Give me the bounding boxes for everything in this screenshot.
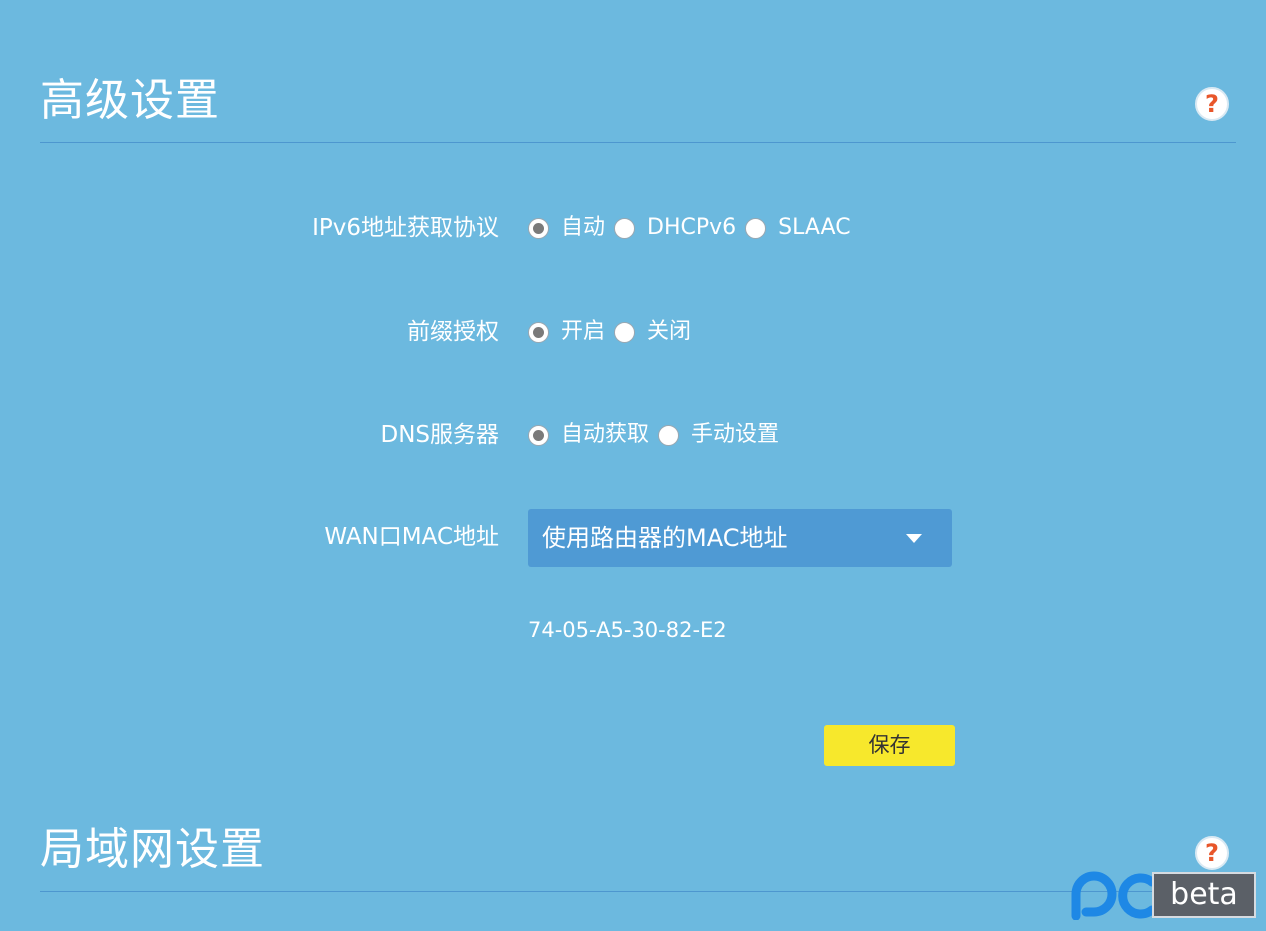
radio-label: DHCPv6 — [647, 215, 737, 240]
radio-button-checked[interactable] — [528, 217, 549, 239]
page-title-lan-settings: 局域网设置 — [40, 824, 265, 875]
mac-address-value: 74-05-A5-30-82-E2 — [528, 618, 727, 642]
radio-dns-auto[interactable]: 自动获取 — [528, 415, 649, 455]
wan-mac-select-value: 使用路由器的MAC地址 — [542, 524, 788, 552]
watermark-beta-label: beta — [1152, 872, 1256, 918]
radio-prefix-on[interactable]: 开启 — [528, 312, 605, 352]
dns-server-radio-group: 自动获取 手动设置 — [528, 415, 788, 455]
radio-button[interactable] — [745, 217, 767, 239]
radio-prefix-off[interactable]: 关闭 — [614, 312, 691, 352]
section-divider — [40, 891, 1236, 892]
radio-label: 关闭 — [647, 319, 692, 344]
pcbeta-logo-icon — [1071, 871, 1157, 921]
wan-mac-select[interactable]: 使用路由器的MAC地址 — [528, 509, 952, 567]
prefix-delegation-label: 前缀授权 — [407, 319, 499, 345]
pcbeta-watermark: beta — [1062, 870, 1258, 921]
radio-button[interactable] — [614, 321, 636, 343]
prefix-delegation-radio-group: 开启 关闭 — [528, 312, 700, 352]
radio-ipv6-slaac[interactable]: SLAAC — [745, 208, 851, 248]
page-title-advanced-settings: 高级设置 — [40, 75, 220, 126]
page: 高级设置 ? IPv6地址获取协议 自动 DHCPv6 SLAAC 前缀授权 开… — [0, 0, 1266, 931]
radio-button[interactable] — [658, 424, 680, 446]
save-button[interactable]: 保存 — [824, 725, 955, 766]
help-icon[interactable]: ? — [1195, 87, 1229, 121]
radio-label: 开启 — [561, 319, 606, 344]
radio-dns-manual[interactable]: 手动设置 — [658, 415, 779, 455]
dns-server-row: DNS服务器 自动获取 手动设置 — [0, 415, 1266, 455]
radio-label: 手动设置 — [691, 422, 780, 447]
radio-label: 自动 — [561, 215, 606, 240]
radio-button[interactable] — [614, 217, 636, 239]
radio-button-checked[interactable] — [528, 321, 549, 343]
help-icon[interactable]: ? — [1195, 836, 1229, 870]
radio-button-checked[interactable] — [528, 424, 549, 446]
radio-ipv6-dhcpv6[interactable]: DHCPv6 — [614, 208, 736, 248]
radio-ipv6-auto[interactable]: 自动 — [528, 208, 605, 248]
wan-mac-label: WAN口MAC地址 — [324, 524, 499, 550]
radio-label: SLAAC — [778, 215, 851, 240]
ipv6-protocol-label: IPv6地址获取协议 — [312, 215, 499, 241]
dns-server-label: DNS服务器 — [380, 422, 499, 448]
prefix-delegation-row: 前缀授权 开启 关闭 — [0, 312, 1266, 352]
ipv6-protocol-radio-group: 自动 DHCPv6 SLAAC — [528, 208, 860, 248]
chevron-down-icon[interactable] — [906, 534, 922, 543]
section-divider — [40, 142, 1236, 143]
radio-label: 自动获取 — [561, 422, 650, 447]
ipv6-protocol-row: IPv6地址获取协议 自动 DHCPv6 SLAAC — [0, 208, 1266, 248]
